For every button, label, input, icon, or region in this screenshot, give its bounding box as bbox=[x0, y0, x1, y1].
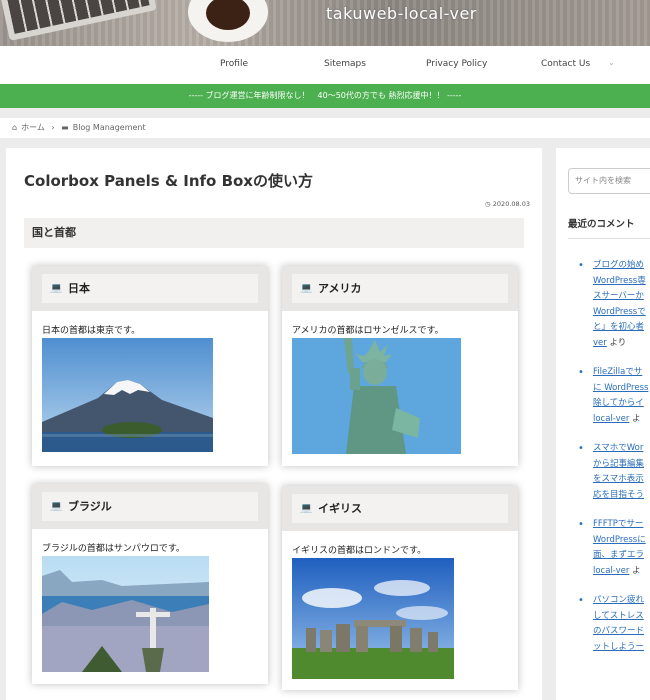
sidebar: サイト内を検索 最近のコメント ブログの始め WordPress専スサーバーか Wo… bbox=[556, 148, 650, 700]
folder-icon: ▬ bbox=[61, 123, 69, 132]
panel-header: 💻 アメリカ bbox=[282, 266, 518, 311]
home-icon[interactable]: ⌂ bbox=[12, 123, 17, 132]
comment-line: 応を目指そう bbox=[593, 489, 645, 500]
header-hero: takuweb-local-ver bbox=[0, 0, 650, 46]
comment-suffix: より bbox=[606, 337, 627, 348]
breadcrumb-home[interactable]: ホーム bbox=[21, 123, 45, 132]
laptop-icon: 💻 bbox=[50, 283, 63, 294]
recent-comments-list: ブログの始め WordPress専スサーバーか WordPressでと」を初心者 ve… bbox=[568, 258, 650, 669]
chevron-down-icon[interactable]: ⌄ bbox=[608, 58, 615, 67]
comment-line: local-ver bbox=[593, 413, 630, 424]
nav-privacy-policy[interactable]: Privacy Policy bbox=[426, 59, 487, 69]
comment-line: をスマホ表示 bbox=[593, 474, 644, 484]
comment-line: に WordPress bbox=[593, 382, 649, 393]
comment-line: から記事編集 bbox=[593, 458, 645, 469]
list-item: FFFTPでサー WordPressに面、まずエラ local-ver よ bbox=[568, 517, 650, 579]
comment-line: WordPress専 bbox=[593, 275, 646, 286]
panel-title: 💻 イギリス bbox=[292, 494, 508, 523]
laptop-icon: 💻 bbox=[300, 283, 313, 294]
breadcrumb-category[interactable]: Blog Management bbox=[73, 123, 146, 132]
stonehenge-photo bbox=[292, 558, 454, 679]
comment-line: ットしようー bbox=[593, 641, 645, 652]
panel-japan: 💻 日本 日本の首都は東京です。 bbox=[32, 266, 268, 466]
comment-line: WordPressに bbox=[593, 534, 646, 545]
rio-de-janeiro-photo bbox=[42, 556, 209, 672]
panel-text: アメリカの首都はロサンゼルスです。 bbox=[292, 326, 444, 336]
nav-contact-us[interactable]: Contact Us bbox=[541, 59, 590, 69]
comment-link[interactable]: パソコン疲れ してストレス のパスワード ットしようー bbox=[593, 595, 644, 652]
comment-line: FileZillaでサ bbox=[593, 367, 643, 377]
statue-of-liberty-photo bbox=[292, 338, 461, 454]
comment-line: FFFTPでサー bbox=[593, 519, 644, 529]
post-date-value: 2020.08.03 bbox=[492, 200, 530, 208]
comment-suffix: よ bbox=[629, 413, 641, 424]
comment-link[interactable]: スマホでWor から記事編集 をスマホ表示 応を目指そう bbox=[593, 443, 644, 500]
list-item: スマホでWor から記事編集をスマホ表示応を目指そう bbox=[568, 441, 650, 503]
section-heading: 国と首都 bbox=[24, 218, 524, 248]
panel-title-text: アメリカ bbox=[318, 282, 362, 295]
panel-uk: 💻 イギリス イギリスの首都はロンドンです。 bbox=[282, 486, 518, 690]
panel-header: 💻 イギリス bbox=[282, 486, 518, 531]
panel-text: ブラジルの首都はサンパウロです。 bbox=[42, 544, 185, 554]
comment-line: のパスワード bbox=[593, 626, 645, 636]
comment-line: local-ver bbox=[593, 565, 630, 576]
panel-title-text: 日本 bbox=[68, 282, 90, 295]
post-date: ◷ 2020.08.03 bbox=[485, 200, 530, 208]
panel-title: 💻 ブラジル bbox=[42, 492, 258, 521]
recent-comments-heading: 最近のコメント bbox=[568, 216, 650, 239]
comment-line: パソコン疲れ bbox=[593, 595, 645, 605]
laptop-icon: 💻 bbox=[300, 503, 313, 514]
article-main: Colorbox Panels & Info Boxの使い方 ◷ 2020.08… bbox=[6, 148, 542, 700]
comment-line: 面、まずエラ bbox=[593, 550, 645, 560]
panel-text: イギリスの首都はロンドンです。 bbox=[292, 546, 427, 556]
panel-title: 💻 アメリカ bbox=[292, 274, 508, 303]
panel-title-text: イギリス bbox=[318, 502, 362, 515]
panel-brazil: 💻 ブラジル ブラジルの首都はサンパウロです。 bbox=[32, 484, 268, 684]
panel-header: 💻 ブラジル bbox=[32, 484, 268, 529]
list-item: FileZillaでサに WordPress 除してからイ local-ver よ bbox=[568, 365, 650, 427]
panel-america: 💻 アメリカ アメリカの首都はロサンゼルスです。 bbox=[282, 266, 518, 466]
comment-suffix: よ bbox=[629, 565, 641, 576]
comment-line: してストレス bbox=[593, 610, 644, 621]
comment-line: ver bbox=[593, 337, 607, 348]
comment-line: スマホでWor bbox=[593, 443, 644, 453]
comment-line: と」を初心者 bbox=[593, 322, 645, 332]
panel-header: 💻 日本 bbox=[32, 266, 268, 311]
comment-line: ブログの始め bbox=[593, 260, 645, 270]
panel-title-text: ブラジル bbox=[68, 500, 112, 513]
comment-line: スサーバーか bbox=[593, 291, 644, 301]
clock-icon: ◷ bbox=[485, 200, 491, 208]
coffee bbox=[206, 0, 250, 30]
site-title[interactable]: takuweb-local-ver bbox=[326, 4, 477, 23]
list-item: パソコン疲れしてストレスのパスワードットしようー bbox=[568, 593, 650, 655]
panel-title: 💻 日本 bbox=[42, 274, 258, 303]
search-input[interactable]: サイト内を検索 bbox=[568, 168, 650, 194]
mount-fuji-photo bbox=[42, 338, 213, 452]
comment-link[interactable]: ブログの始め WordPress専 スサーバーか WordPressで と」を初心者 ve… bbox=[593, 260, 646, 348]
comment-line: 除してからイ bbox=[593, 398, 644, 408]
panel-text: 日本の首都は東京です。 bbox=[42, 326, 141, 336]
comment-line: WordPressで bbox=[593, 306, 646, 317]
nav-profile[interactable]: Profile bbox=[220, 59, 248, 69]
list-item: ブログの始め WordPress専スサーバーか WordPressでと」を初心者 ve… bbox=[568, 258, 650, 351]
notice-bar[interactable]: ----- ブログ運営に年齢制限なし！ 40～50代の方でも 熱烈応援中！！ -… bbox=[0, 84, 650, 108]
breadcrumb-separator: › bbox=[51, 123, 55, 132]
nav-sitemaps[interactable]: Sitemaps bbox=[324, 59, 366, 69]
article-title: Colorbox Panels & Info Boxの使い方 bbox=[24, 172, 313, 190]
breadcrumb: ⌂ ホーム › ▬ Blog Management bbox=[0, 118, 650, 138]
laptop-icon: 💻 bbox=[50, 501, 63, 512]
global-nav: Profile Sitemaps Privacy Policy Contact … bbox=[0, 46, 650, 84]
